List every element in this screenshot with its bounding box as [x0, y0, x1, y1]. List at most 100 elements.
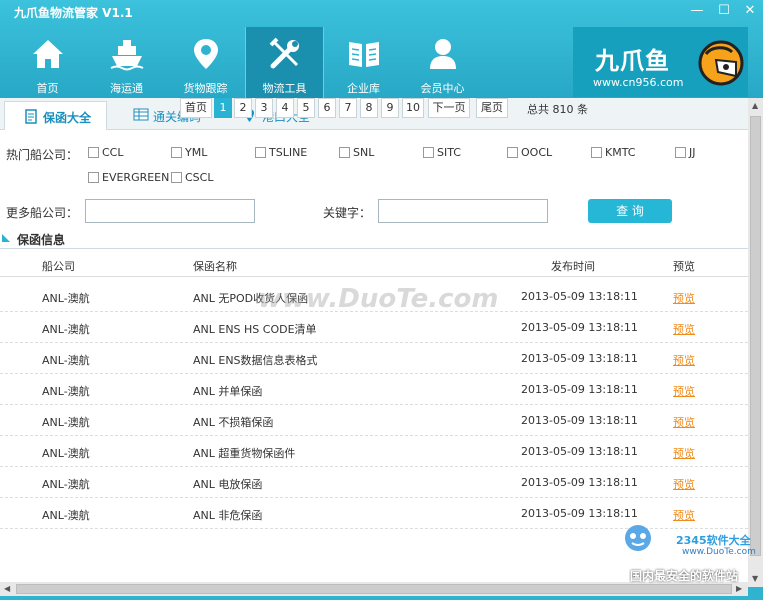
scroll-left-icon[interactable]: ◀: [4, 584, 10, 593]
logo-url: www.cn956.com: [593, 76, 684, 89]
nav-member[interactable]: 会员中心: [403, 27, 482, 98]
cell-time: 2013-05-09 13:18:11: [521, 445, 638, 458]
cell-company: ANL-澳航: [42, 385, 90, 398]
cell-name: ANL 并单保函: [193, 385, 263, 398]
table-row: ANL-澳航 ANL 并单保函 2013-05-09 13:18:11 预览: [0, 374, 748, 405]
cell-name: ANL ENS数据信息表格式: [193, 354, 318, 367]
query-button[interactable]: 查 询: [588, 199, 672, 223]
preview-link[interactable]: 预览: [673, 290, 695, 306]
nav-label: 企业库: [347, 82, 380, 95]
cell-time: 2013-05-09 13:18:11: [521, 352, 638, 365]
cell-company: ANL-澳航: [42, 292, 90, 305]
cell-name: ANL 电放保函: [193, 478, 263, 491]
brand-logo: 九爪鱼 www.cn956.com: [573, 27, 748, 97]
cell-name: ANL ENS HS CODE清单: [193, 323, 317, 336]
location-pin-icon: [193, 39, 218, 69]
first-page-button[interactable]: 首页: [180, 98, 212, 118]
col-preview: 预览: [673, 260, 695, 273]
badge-site: www.DuoTe.com: [682, 547, 756, 557]
horizontal-scrollbar[interactable]: ◀ ▶: [0, 582, 748, 596]
nav-enterprise[interactable]: 企业库: [324, 27, 403, 98]
nav-tracking[interactable]: 货物跟踪: [166, 27, 245, 98]
nav-label: 海运通: [110, 82, 143, 95]
maximize-button[interactable]: ☐: [713, 2, 735, 20]
app-header: 九爪鱼物流管家 V1.1 — ☐ ✕ 首页 海运通 货物跟踪 物流工具 企业库 …: [0, 0, 763, 98]
table-row: ANL-澳航 ANL 电放保函 2013-05-09 13:18:11 预览: [0, 467, 748, 498]
nav-label: 会员中心: [420, 82, 465, 95]
home-icon: [32, 40, 63, 68]
cell-company: ANL-澳航: [42, 354, 90, 367]
nav-shipping[interactable]: 海运通: [87, 27, 166, 98]
page-button[interactable]: 7: [339, 98, 357, 118]
document-icon: [25, 109, 37, 124]
content-area: 保函大全 通关编码 港口大全 热门船公司： CCL YML TSLINE SNL…: [0, 98, 763, 587]
main-nav: 首页 海运通 货物跟踪 物流工具 企业库 会员中心: [8, 27, 482, 98]
col-time: 发布时间: [551, 260, 595, 273]
preview-link[interactable]: 预览: [673, 414, 695, 430]
col-name: 保函名称: [193, 260, 237, 273]
close-button[interactable]: ✕: [739, 2, 761, 20]
nav-home[interactable]: 首页: [8, 27, 87, 98]
section-header: 保函信息: [0, 229, 748, 249]
preview-link[interactable]: 预览: [673, 445, 695, 461]
scroll-thumb[interactable]: [16, 584, 732, 594]
nav-label: 物流工具: [262, 82, 307, 95]
tab-guarantee[interactable]: 保函大全: [4, 101, 107, 130]
more-companies-label: 更多船公司：: [6, 206, 79, 220]
minimize-button[interactable]: —: [686, 2, 708, 20]
scroll-thumb[interactable]: [750, 116, 761, 556]
next-page-button[interactable]: 下一页: [428, 98, 470, 118]
preview-link[interactable]: 预览: [673, 352, 695, 368]
badge-tagline: 国内最安全的软件站: [630, 569, 739, 583]
cell-name: ANL 不损箱保函: [193, 416, 274, 429]
page-button[interactable]: 5: [297, 98, 315, 118]
cell-company: ANL-澳航: [42, 323, 90, 336]
preview-link[interactable]: 预览: [673, 383, 695, 399]
section-marker-icon: [2, 234, 10, 242]
more-companies-input[interactable]: [85, 199, 255, 223]
cell-company: ANL-澳航: [42, 416, 90, 429]
cell-time: 2013-05-09 13:18:11: [521, 383, 638, 396]
preview-link[interactable]: 预览: [673, 476, 695, 492]
watermark: www.DuoTe.com: [258, 284, 499, 314]
logo-name: 九爪鱼: [595, 47, 670, 75]
section-title: 保函信息: [17, 233, 66, 247]
nav-label: 货物跟踪: [183, 82, 228, 95]
table-row: ANL-澳航 ANL ENS数据信息表格式 2013-05-09 13:18:1…: [0, 343, 748, 374]
cell-time: 2013-05-09 13:18:11: [521, 321, 638, 334]
vertical-scrollbar[interactable]: ▲ ▼: [748, 98, 763, 587]
page-button[interactable]: 6: [318, 98, 336, 118]
cell-company: ANL-澳航: [42, 478, 90, 491]
col-company: 船公司: [42, 260, 75, 273]
scroll-up-icon[interactable]: ▲: [752, 101, 758, 110]
cell-time: 2013-05-09 13:18:11: [521, 507, 638, 520]
page-button[interactable]: 8: [360, 98, 378, 118]
total-count: 总共 810 条: [527, 103, 588, 116]
badge-brand: 2345软件大全: [676, 534, 751, 547]
cell-name: ANL 非危保函: [193, 509, 263, 522]
book-icon: [348, 42, 379, 67]
page-button[interactable]: 2: [234, 98, 252, 118]
cell-company: ANL-澳航: [42, 447, 90, 460]
preview-link[interactable]: 预览: [673, 507, 695, 523]
page-button[interactable]: 3: [255, 98, 273, 118]
preview-link[interactable]: 预览: [673, 321, 695, 337]
ship-icon: [110, 40, 143, 71]
scroll-right-icon[interactable]: ▶: [736, 584, 742, 593]
window-title: 九爪鱼物流管家 V1.1: [14, 6, 133, 20]
page-button[interactable]: 1: [214, 98, 232, 118]
last-page-button[interactable]: 尾页: [476, 98, 508, 118]
keyword-input[interactable]: [378, 199, 548, 223]
cell-time: 2013-05-09 13:18:11: [521, 290, 638, 303]
page-button[interactable]: 4: [276, 98, 294, 118]
nav-logistics-tools[interactable]: 物流工具: [245, 27, 324, 98]
tab-label: 保函大全: [43, 111, 92, 125]
keyword-label: 关键字：: [323, 206, 372, 220]
user-icon: [429, 39, 456, 69]
page-button[interactable]: 10: [402, 98, 424, 118]
cell-time: 2013-05-09 13:18:11: [521, 414, 638, 427]
table-header: 船公司 保函名称 发布时间 预览: [0, 255, 748, 277]
cell-name: ANL 超重货物保函件: [193, 447, 296, 460]
table-row: ANL-澳航 ANL 超重货物保函件 2013-05-09 13:18:11 预…: [0, 436, 748, 467]
page-button[interactable]: 9: [381, 98, 399, 118]
